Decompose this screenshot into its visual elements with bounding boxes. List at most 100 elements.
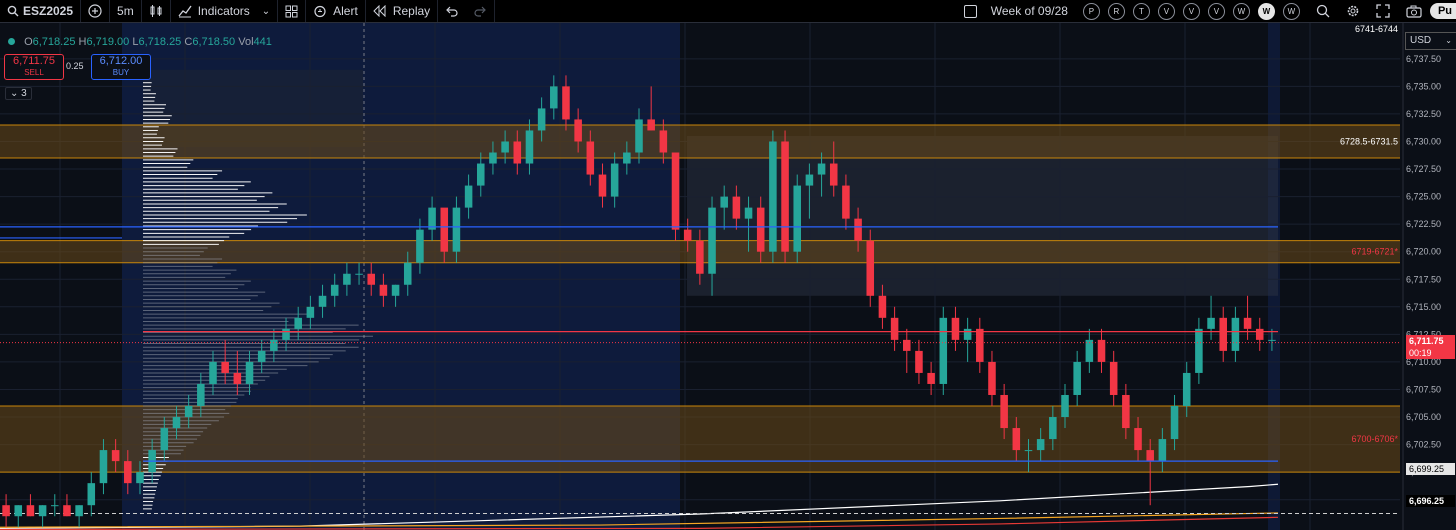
- candle-body: [1158, 439, 1167, 462]
- price-tick-label: 6,707.50: [1406, 384, 1441, 394]
- sell-button[interactable]: 6,711.75 SELL: [4, 54, 64, 80]
- candle-body: [1097, 339, 1106, 362]
- candle-body: [951, 317, 960, 340]
- candle-body: [537, 108, 546, 131]
- alarm-clock-icon: [314, 5, 326, 18]
- top-toolbar: ESZ2025 5m Indicators ⌄ Alert Replay Wee…: [0, 0, 1456, 23]
- candle-body: [756, 207, 765, 252]
- current-price: 6,711.75: [1409, 336, 1444, 346]
- price-axis[interactable]: 6,697.506,700.006,702.506,705.006,707.50…: [1402, 23, 1456, 530]
- candle-body: [1049, 417, 1057, 440]
- session-button[interactable]: R: [1107, 2, 1125, 20]
- session-button-active[interactable]: W: [1257, 2, 1275, 20]
- week-selector[interactable]: Week of 09/28: [957, 0, 1075, 22]
- snapshot-button[interactable]: [1398, 0, 1430, 22]
- replay-label: Replay: [392, 4, 431, 18]
- candle-body: [160, 428, 169, 451]
- candle-body: [306, 306, 315, 318]
- candle-body: [574, 119, 582, 142]
- chevron-down-icon: ⌄: [261, 5, 271, 17]
- candle-body: [890, 317, 899, 340]
- candle-body: [744, 207, 753, 219]
- spread-value: 0.25: [66, 61, 84, 71]
- candle-body: [270, 339, 278, 351]
- candle-body: [1243, 317, 1252, 329]
- zone-label: 6700-6706*: [1351, 434, 1398, 444]
- candle-body: [379, 284, 388, 296]
- vol-label: Vol: [238, 36, 254, 48]
- checkbox-icon[interactable]: [963, 4, 977, 18]
- candle-body: [1182, 372, 1191, 407]
- interval-label: 5m: [117, 4, 134, 18]
- session-button[interactable]: W: [1232, 2, 1250, 20]
- replay-button[interactable]: Replay: [366, 0, 439, 22]
- price-tick-label: 6,732.50: [1406, 109, 1441, 119]
- candle-body: [963, 328, 972, 340]
- candle-body: [391, 284, 400, 296]
- candle-body: [586, 141, 595, 175]
- collapse-indicators-button[interactable]: ⌄ 3: [5, 87, 32, 100]
- indicators-button[interactable]: Indicators ⌄: [171, 0, 279, 22]
- candle-body: [209, 361, 217, 384]
- layouts-button[interactable]: [278, 0, 307, 22]
- add-symbol-button[interactable]: [81, 0, 111, 22]
- fullscreen-button[interactable]: [1368, 0, 1398, 22]
- candle-body: [988, 361, 996, 395]
- candle-body: [440, 207, 449, 252]
- interval-button[interactable]: 5m: [110, 0, 142, 22]
- candle-body: [1073, 361, 1081, 395]
- currency-label: USD: [1410, 35, 1432, 46]
- session-button[interactable]: W: [1282, 2, 1300, 20]
- candle-body: [1170, 406, 1179, 440]
- high-value: 6,719.00: [86, 36, 130, 48]
- session-button[interactable]: V: [1157, 2, 1175, 20]
- candle-body: [1012, 428, 1021, 451]
- price-chart[interactable]: 6741-6744 6728.5-6731.5 6719-6721* 6700-670…: [0, 23, 1456, 530]
- redo-button[interactable]: [466, 0, 496, 22]
- alert-button[interactable]: Alert: [306, 0, 366, 22]
- open-value: 6,718.25: [32, 36, 76, 48]
- candle-body: [647, 119, 655, 131]
- candle-body: [1061, 394, 1069, 418]
- session-button[interactable]: T: [1132, 2, 1150, 20]
- buy-label: BUY: [112, 68, 130, 77]
- price-tick-label: 6,725.00: [1406, 192, 1441, 202]
- plus-circle-icon: [88, 4, 102, 18]
- buy-button[interactable]: 6,712.00 BUY: [91, 54, 151, 80]
- candle-body: [842, 185, 850, 219]
- publish-button[interactable]: Pu: [1429, 3, 1456, 19]
- rewind-icon: [373, 5, 386, 17]
- candle-body: [87, 483, 96, 506]
- price-tick-label: 6,735.00: [1406, 81, 1441, 91]
- price-tick-label: 6,705.00: [1406, 412, 1441, 422]
- candle-body: [1146, 450, 1154, 462]
- zone-fill: [0, 406, 1400, 473]
- candle-body: [124, 461, 132, 484]
- candle-body: [452, 207, 461, 252]
- chart-type-button[interactable]: [142, 0, 171, 22]
- session-button[interactable]: V: [1207, 2, 1225, 20]
- candle-body: [501, 141, 509, 153]
- symbol-search[interactable]: ESZ2025: [0, 0, 82, 22]
- session-button[interactable]: V: [1182, 2, 1200, 20]
- undo-button[interactable]: [438, 0, 466, 22]
- session-buttons: P R T V V V W W W: [1075, 0, 1308, 22]
- price-tick-label: 6,730.00: [1406, 136, 1441, 146]
- search-icon: [7, 5, 19, 17]
- candle-body: [866, 240, 875, 296]
- redo-icon: [474, 6, 487, 17]
- session-button[interactable]: P: [1082, 2, 1100, 20]
- candle-body: [136, 472, 144, 484]
- candle-body: [683, 229, 692, 241]
- settings-button[interactable]: [1338, 0, 1368, 22]
- currency-selector[interactable]: USD ⌄: [1405, 32, 1456, 50]
- search-tool-button[interactable]: [1308, 0, 1338, 22]
- chevron-down-icon: ⌄: [1445, 36, 1452, 45]
- close-value: 6,718.50: [192, 36, 236, 48]
- candle-body: [1109, 361, 1118, 395]
- indicator-count: 3: [21, 88, 27, 99]
- candle-body: [184, 406, 193, 418]
- candle-body: [1268, 339, 1276, 341]
- candle-body: [732, 196, 741, 219]
- candle-body: [939, 317, 948, 384]
